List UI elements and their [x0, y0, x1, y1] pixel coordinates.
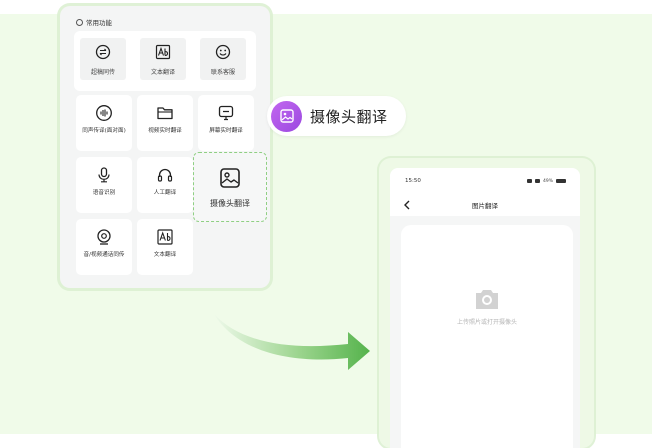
- grid-item-label: 音/视频通话同传: [83, 252, 125, 258]
- grid-item-screen-translate[interactable]: 屏幕实时翻译: [198, 95, 254, 151]
- status-time: 15:50: [405, 178, 421, 184]
- grid-item-label: 人工翻译: [153, 190, 177, 196]
- common-item-label: 文本翻译: [150, 69, 175, 76]
- feature-panel: 常用功能 超稿同传 文本翻译 联系客服 同声传译(面对面) 视频实时翻译 屏幕实…: [60, 6, 270, 288]
- wifi-icon: [534, 179, 540, 183]
- grid-item-label: 屏幕实时翻译: [209, 128, 243, 134]
- grid-item-human-translate[interactable]: 人工翻译: [137, 157, 193, 213]
- microphone-icon: [95, 166, 113, 184]
- phone-screen: 15:50 49% 图片翻译 上传照片或打开摄像头: [390, 168, 580, 448]
- text-translate-icon: [155, 44, 171, 60]
- cube-icon: [76, 18, 83, 26]
- folder-icon: [156, 104, 174, 122]
- grid-item-label: 摄像头翻译: [210, 199, 250, 208]
- camera-icon[interactable]: [473, 287, 501, 311]
- common-functions-card: 超稿同传 文本翻译 联系客服: [74, 31, 256, 91]
- smiley-service-icon: [215, 44, 231, 60]
- signal-icon: [526, 179, 532, 183]
- status-bar: 15:50 49%: [390, 168, 580, 194]
- grid-item-label: 视频实时翻译: [148, 128, 182, 134]
- text-translate-icon: [156, 228, 174, 246]
- common-item-customer-service[interactable]: 联系客服: [200, 38, 246, 80]
- back-chevron-icon[interactable]: [402, 199, 412, 211]
- grid-item-text-translate[interactable]: 文本翻译: [137, 219, 193, 275]
- grid-item-simultaneous[interactable]: 同声传译(面对面): [76, 95, 132, 151]
- image-scan-icon: [218, 166, 242, 190]
- swap-circle-icon: [95, 44, 111, 60]
- battery-icon: [556, 179, 566, 183]
- common-item-label: 超稿同传: [90, 69, 115, 76]
- common-functions-label: 常用功能: [86, 19, 112, 27]
- common-item-text-translate[interactable]: 文本翻译: [140, 38, 186, 80]
- grid-item-label: 同声传译(面对面): [82, 128, 126, 134]
- status-indicators: 49%: [526, 178, 566, 184]
- upload-area[interactable]: 上传照片或打开摄像头: [401, 225, 573, 448]
- battery-percent: 49%: [542, 178, 553, 184]
- page-title: 图片翻译: [472, 202, 498, 210]
- audio-wave-icon: [95, 104, 113, 122]
- common-item-label: 联系客服: [210, 69, 235, 76]
- grid-item-speech-recognition[interactable]: 语音识别: [76, 157, 132, 213]
- common-functions-header: 常用功能: [76, 17, 112, 27]
- grid-item-call-interpret[interactable]: 音/视频通话同传: [76, 219, 132, 275]
- common-item-sync-interpret[interactable]: 超稿同传: [80, 38, 126, 80]
- grid-item-label: 语音识别: [92, 190, 116, 196]
- webcam-icon: [95, 228, 113, 246]
- image-icon: [271, 100, 302, 132]
- callout-label: 摄像头翻译: [310, 107, 388, 126]
- grid-item-camera-translate[interactable]: 摄像头翻译: [193, 152, 267, 222]
- upload-hint: 上传照片或打开摄像头: [456, 319, 517, 326]
- flow-arrow-icon: [214, 314, 370, 370]
- headset-icon: [156, 166, 174, 184]
- grid-item-video-translate[interactable]: 视频实时翻译: [137, 95, 193, 151]
- screen-icon: [217, 104, 235, 122]
- camera-translate-callout: 摄像头翻译: [267, 96, 406, 136]
- nav-bar: 图片翻译: [390, 194, 580, 216]
- grid-item-label: 文本翻译: [153, 252, 177, 258]
